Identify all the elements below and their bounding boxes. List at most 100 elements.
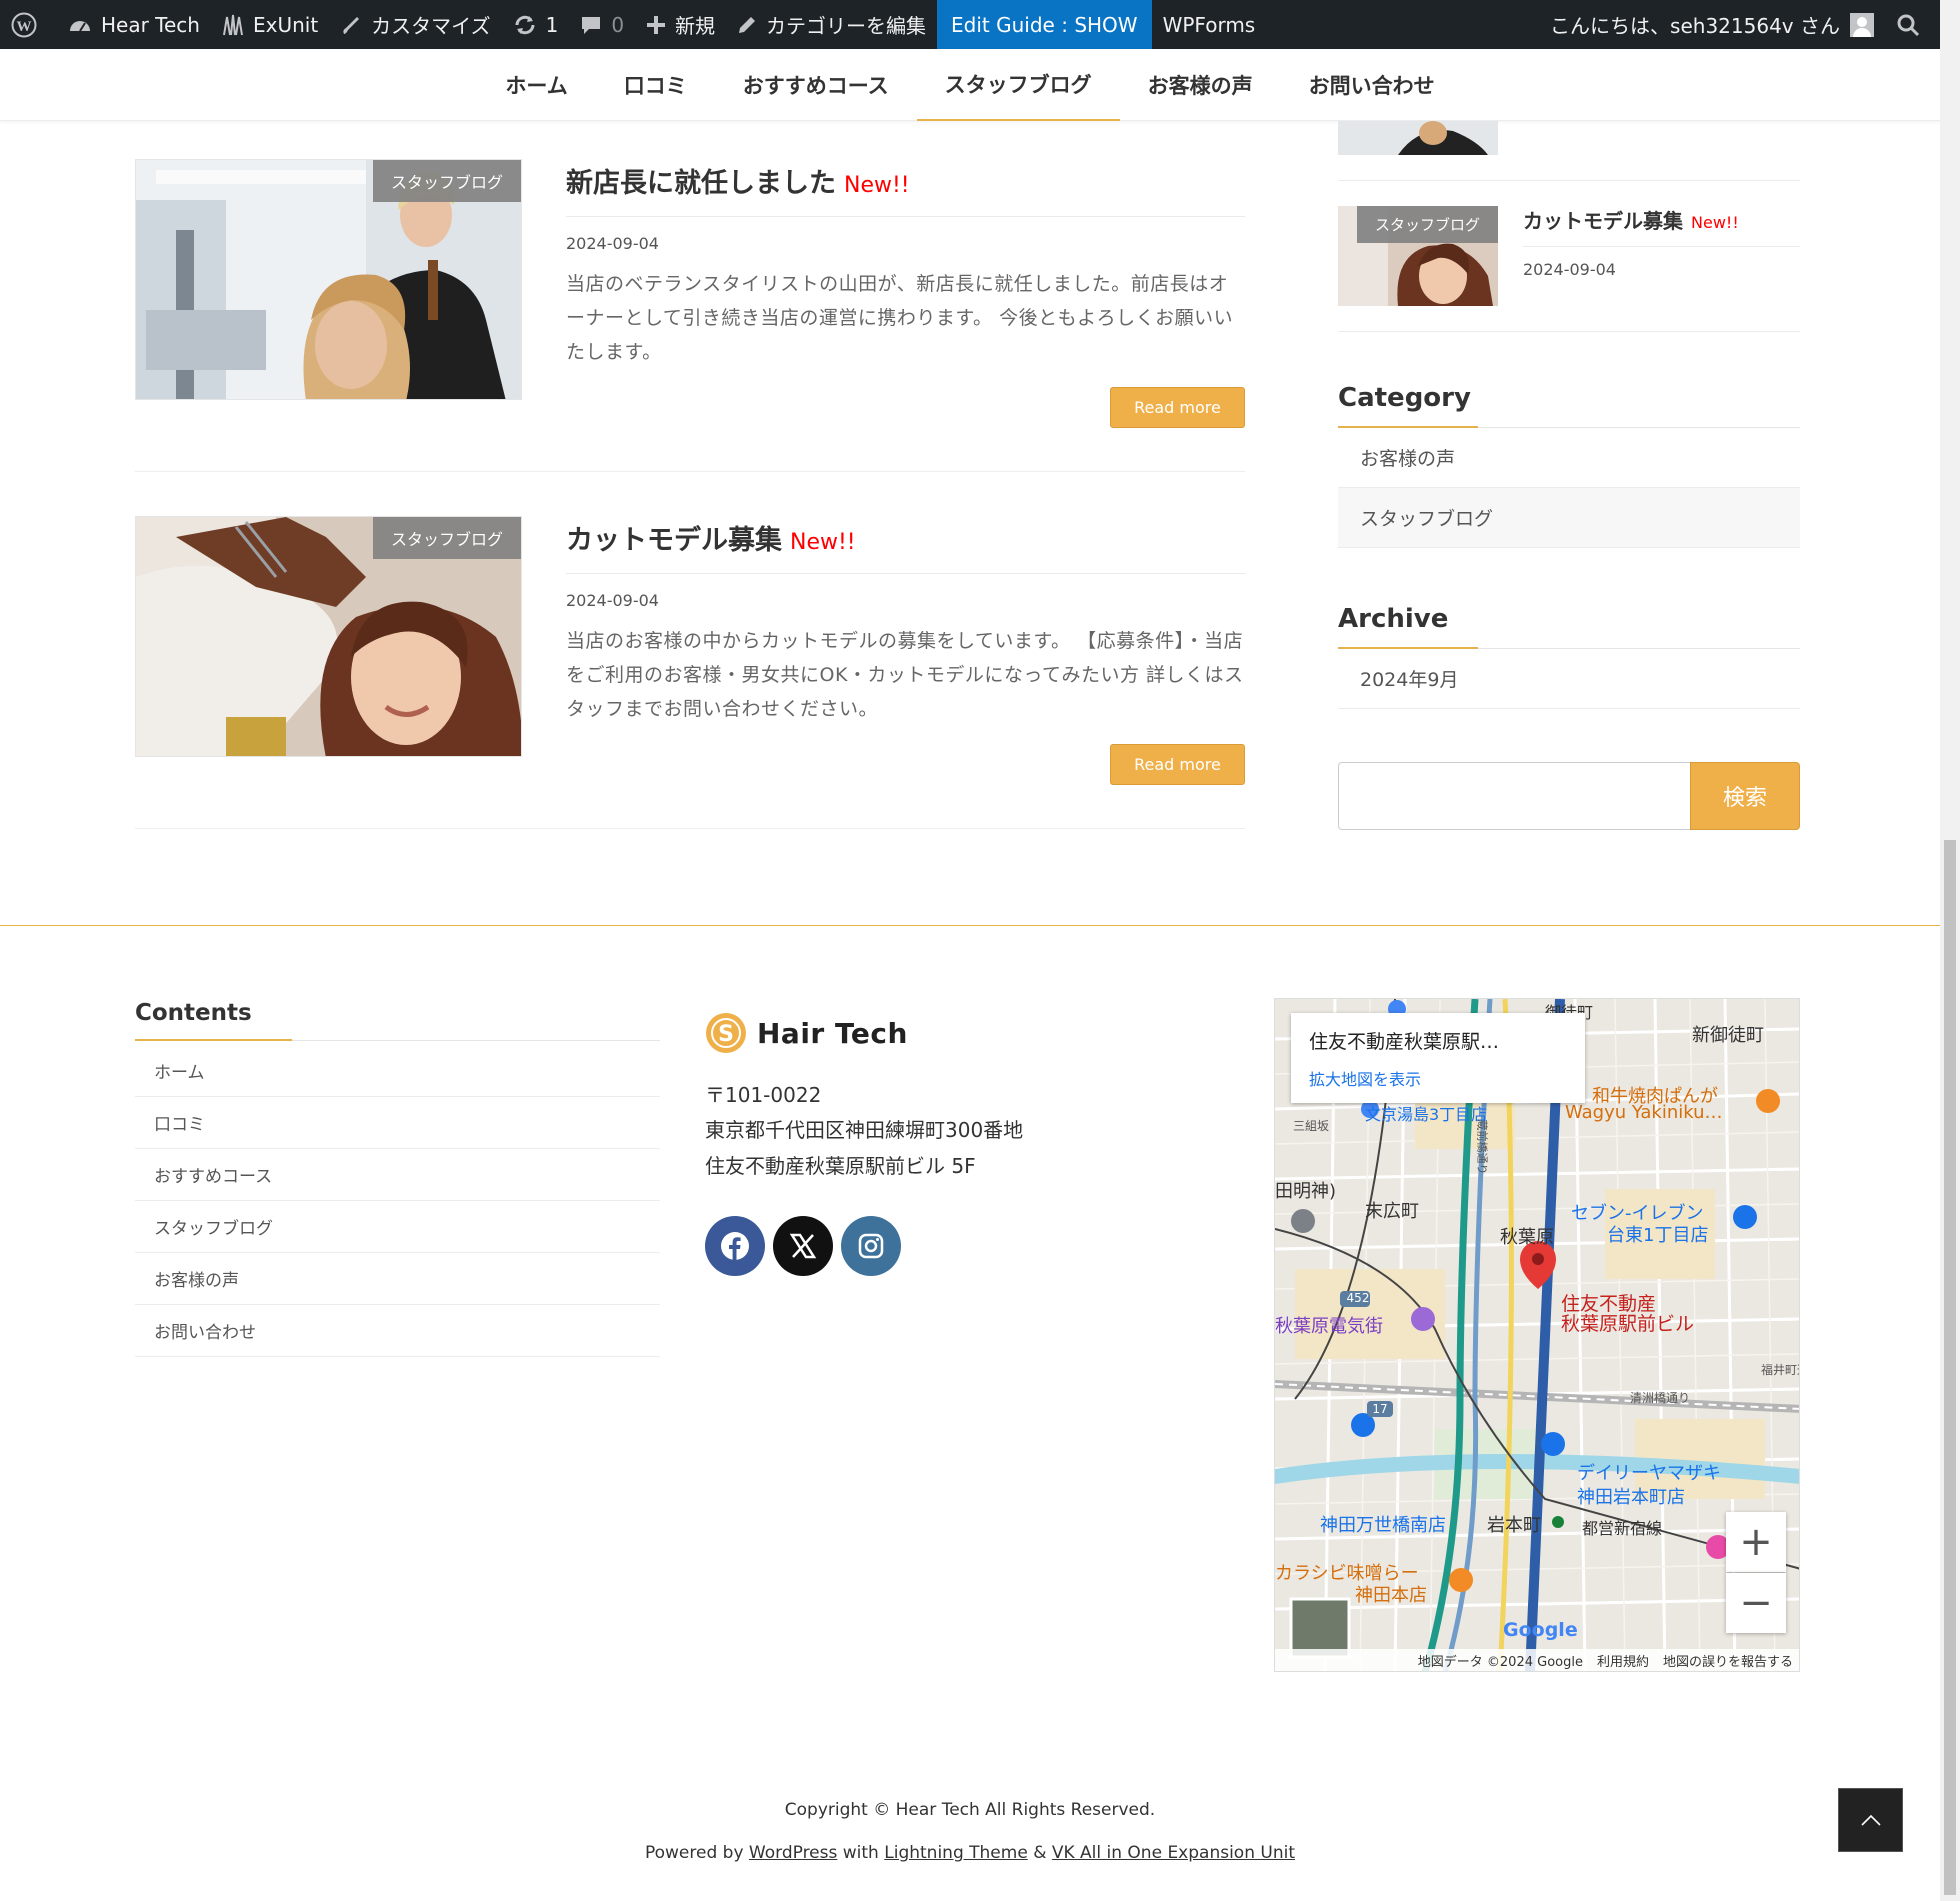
search-input[interactable]	[1338, 762, 1692, 830]
recent-post-thumbnail[interactable]: スタッフブログ	[1338, 206, 1498, 306]
map-label: 蔵前橋通り	[1475, 1119, 1489, 1175]
updates-count: 1	[545, 12, 559, 37]
map-label: 文京湯島3丁目店	[1365, 1105, 1488, 1124]
map-label: 452	[1346, 1291, 1370, 1305]
brush-icon	[343, 16, 360, 34]
map-label: 神田本店	[1355, 1585, 1427, 1606]
facebook-icon	[721, 1232, 749, 1260]
map-label: 神田岩本町店	[1577, 1487, 1685, 1508]
powered-by: Powered by WordPress with Lightning Them…	[0, 1843, 1940, 1863]
map-label: 台東1丁目店	[1607, 1225, 1709, 1246]
footer-link-voice[interactable]: お客様の声	[135, 1253, 660, 1305]
post-title[interactable]: カットモデル募集 New!!	[566, 516, 1245, 574]
read-more-button[interactable]: Read more	[1110, 744, 1245, 785]
updates-link[interactable]: 1	[502, 0, 570, 49]
comments-count: 0	[611, 12, 625, 37]
footer-nav: ホーム 口コミ おすすめコース スタッフブログ お客様の声 お問い合わせ	[135, 1045, 660, 1357]
divider	[1338, 331, 1800, 332]
footer-logo[interactable]: S Hair Tech	[705, 1012, 908, 1054]
map-place-card: 住友不動産秋葉原駅… 拡大地図を表示	[1291, 1013, 1585, 1103]
admin-search[interactable]	[1885, 0, 1940, 49]
footer-link-contact[interactable]: お問い合わせ	[135, 1305, 660, 1357]
recent-post-thumbnail-partial[interactable]	[1338, 121, 1498, 155]
footer-link-staff-blog[interactable]: スタッフブログ	[135, 1201, 660, 1253]
category-item-voice[interactable]: お客様の声	[1338, 428, 1800, 488]
comment-icon	[582, 16, 601, 34]
recent-post-title[interactable]: カットモデル募集 New!!	[1523, 205, 1800, 247]
map-label: 秋葉原電気街	[1275, 1316, 1383, 1337]
category-item-staff-blog[interactable]: スタッフブログ	[1338, 488, 1800, 548]
map-attribution: 地図データ ©2024 Google 利用規約 地図の誤りを報告する	[1275, 1649, 1799, 1671]
new-label: 新規	[675, 14, 716, 38]
page-top-button[interactable]	[1838, 1788, 1903, 1852]
x-button[interactable]	[773, 1216, 833, 1276]
post-date: 2024-09-04	[566, 234, 659, 253]
map-report-link[interactable]: 地図の誤りを報告する	[1663, 1651, 1793, 1670]
nav-staff-blog[interactable]: スタッフブログ	[916, 49, 1120, 121]
instagram-button[interactable]	[841, 1216, 901, 1276]
exunit-link[interactable]: ExUnit	[211, 0, 329, 49]
nav-courses[interactable]: おすすめコース	[715, 49, 917, 121]
category-widget: Category お客様の声 スタッフブログ	[1338, 383, 1800, 548]
comments-link[interactable]: 0	[569, 0, 635, 49]
category-heading: Category	[1338, 383, 1800, 428]
wordpress-logo-icon[interactable]: W	[0, 0, 57, 49]
footer-link-home[interactable]: ホーム	[135, 1045, 660, 1097]
nav-contact[interactable]: お問い合わせ	[1281, 49, 1463, 121]
site-name-link[interactable]: Hear Tech	[57, 0, 211, 49]
dashboard-icon	[70, 20, 90, 32]
map-label: 田明神)	[1275, 1181, 1337, 1202]
nav-voice[interactable]: お客様の声	[1120, 49, 1281, 121]
new-content-link[interactable]: 新規	[635, 0, 726, 49]
category-badge: スタッフブログ	[1356, 206, 1498, 243]
avatar	[1850, 12, 1874, 37]
search-button[interactable]: 検索	[1690, 762, 1800, 830]
customize-label: カスタマイズ	[371, 14, 491, 38]
zoom-out-button[interactable]: −	[1726, 1573, 1786, 1633]
post-title[interactable]: 新店長に就任しました New!!	[566, 159, 1245, 217]
google-map[interactable]: 新御徒町 末広町 秋葉原 秋葉原電気街 セブン-イレブン 台東1丁目店 和牛焼肉…	[1274, 998, 1800, 1672]
category-badge: スタッフブログ	[372, 160, 521, 202]
wpforms-link[interactable]: WPForms	[1152, 0, 1267, 49]
new-badge: New!!	[1691, 213, 1739, 232]
category-list: お客様の声 スタッフブログ	[1338, 428, 1800, 548]
recent-post-title-text: カットモデル募集	[1523, 209, 1683, 233]
archive-item[interactable]: 2024年9月	[1338, 649, 1800, 709]
footer-link-reviews[interactable]: 口コミ	[135, 1097, 660, 1149]
lightning-theme-link[interactable]: Lightning Theme	[884, 1843, 1028, 1863]
post-title-text: 新店長に就任しました	[566, 168, 836, 199]
zoom-in-button[interactable]: +	[1726, 1512, 1786, 1572]
post-thumbnail[interactable]: スタッフブログ	[135, 159, 522, 400]
nav-home[interactable]: ホーム	[477, 49, 595, 121]
footer-link-courses[interactable]: おすすめコース	[135, 1149, 660, 1201]
recent-post-item: スタッフブログ カットモデル募集 New!! 2024-09-04	[1338, 205, 1800, 332]
facebook-button[interactable]	[705, 1216, 765, 1276]
footer-contents-heading: Contents	[135, 1000, 660, 1041]
footer-divider	[0, 925, 1940, 926]
x-icon	[789, 1233, 817, 1259]
exunit-icon	[222, 14, 243, 35]
post-title-text: カットモデル募集	[566, 525, 782, 556]
plus-icon	[647, 15, 666, 34]
post-card: スタッフブログ 新店長に就任しました New!! 2024-09-04 当店のベテ…	[135, 159, 1245, 472]
search-icon	[1897, 14, 1920, 36]
vk-expansion-link[interactable]: VK All in One Expansion Unit	[1052, 1843, 1295, 1863]
map-terms-link[interactable]: 利用規約	[1597, 1651, 1649, 1670]
read-more-button[interactable]: Read more	[1110, 387, 1245, 428]
post-excerpt: 当店のベテランスタイリストの山田が、新店長に就任しました。前店長はオーナーとして…	[566, 273, 1234, 363]
global-nav: ホーム 口コミ おすすめコース スタッフブログ お客様の声 お問い合わせ	[0, 49, 1940, 121]
my-account-link[interactable]: こんにちは、seh321564v さん	[1539, 0, 1885, 49]
chevron-up-icon	[1860, 1814, 1881, 1826]
customize-link[interactable]: カスタマイズ	[329, 0, 501, 49]
scrollbar-thumb[interactable]	[1944, 840, 1956, 1895]
edit-guide-toggle[interactable]: Edit Guide : SHOW	[937, 0, 1152, 49]
post-excerpt: 当店のお客様の中からカットモデルの募集をしています。 【応募条件】・当店をご利用…	[566, 630, 1244, 720]
new-badge: New!!	[844, 173, 910, 198]
post-thumbnail[interactable]: スタッフブログ	[135, 516, 522, 757]
wordpress-link[interactable]: WordPress	[749, 1843, 837, 1863]
logo-text: Hair Tech	[757, 1016, 908, 1050]
edit-category-link[interactable]: カテゴリーを編集	[726, 0, 937, 49]
view-larger-map-link[interactable]: 拡大地図を表示	[1309, 1066, 1567, 1090]
map-label: 三組坂	[1293, 1119, 1330, 1133]
nav-reviews[interactable]: 口コミ	[596, 49, 715, 121]
